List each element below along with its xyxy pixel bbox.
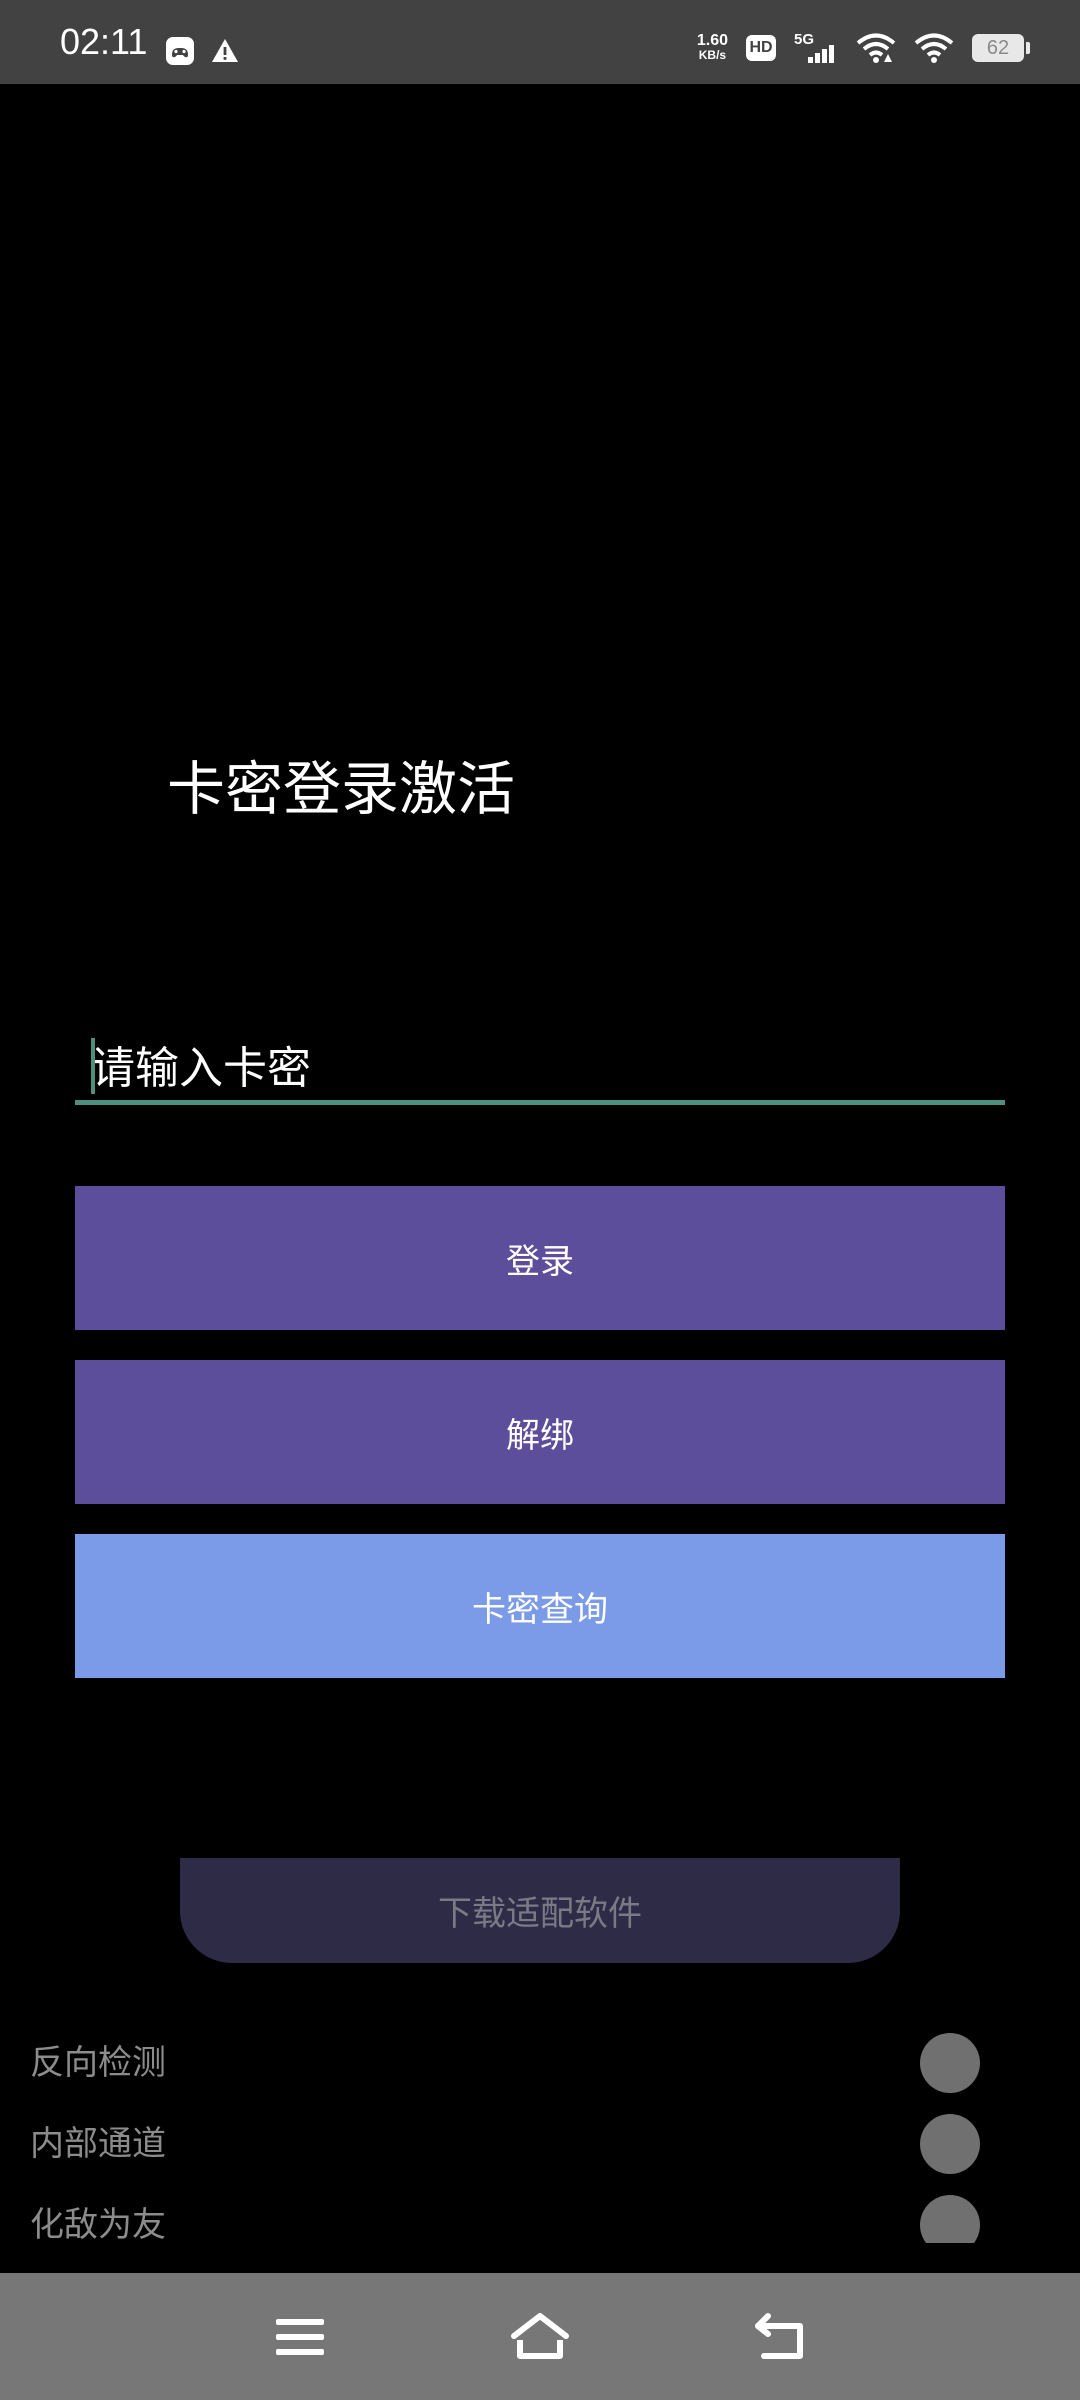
nav-home-button[interactable] bbox=[506, 2303, 574, 2371]
card-query-button[interactable]: 卡密查询 bbox=[75, 1534, 1005, 1678]
setting-label: 内部通道 bbox=[30, 2124, 166, 2164]
download-software-button[interactable]: 下载适配软件 bbox=[180, 1858, 900, 1963]
nav-back-button[interactable] bbox=[746, 2303, 814, 2371]
gamepad-notification-icon bbox=[166, 37, 194, 65]
network-type-label: 5G bbox=[794, 31, 814, 48]
status-bar: 02:11 1.60 KB/s HD 5G 62 bbox=[0, 0, 1080, 84]
setting-row-reverse-detect: 反向检测 bbox=[0, 2029, 1080, 2099]
dialog-title: 卡密登录激活 bbox=[167, 755, 516, 823]
setting-row-internal-channel: 内部通道 bbox=[0, 2110, 1080, 2180]
toggle-switch[interactable] bbox=[920, 2114, 980, 2174]
card-login-dialog: 卡密登录激活 登录 解绑 卡密查询 bbox=[75, 496, 1021, 1858]
home-icon bbox=[511, 2313, 569, 2359]
hd-badge: HD bbox=[746, 35, 776, 61]
back-icon bbox=[755, 2313, 803, 2359]
toggle-switch[interactable] bbox=[920, 2195, 980, 2243]
login-button[interactable]: 登录 bbox=[75, 1186, 1005, 1330]
signal-5g-icon: 5G bbox=[794, 31, 834, 63]
card-input-wrapper bbox=[75, 1036, 1021, 1105]
download-software-label: 下载适配软件 bbox=[438, 1894, 642, 1934]
navigation-bar bbox=[0, 2273, 1080, 2400]
battery-icon: 62 bbox=[972, 34, 1030, 62]
card-key-input[interactable] bbox=[75, 1036, 1021, 1100]
status-icons: 1.60 KB/s HD 5G 62 bbox=[696, 28, 1030, 68]
network-speed: 1.60 KB/s bbox=[696, 32, 728, 63]
text-cursor bbox=[91, 1038, 95, 1094]
setting-label: 化敌为友 bbox=[30, 2205, 166, 2243]
setting-label: 反向检测 bbox=[30, 2043, 166, 2083]
unbind-button[interactable]: 解绑 bbox=[75, 1360, 1005, 1504]
nav-menu-button[interactable] bbox=[266, 2303, 334, 2371]
warning-icon bbox=[212, 39, 238, 62]
setting-row-friendly: 化敌为友 bbox=[0, 2191, 1080, 2243]
wifi-icon bbox=[856, 33, 896, 63]
network-speed-value: 1.60 bbox=[696, 32, 728, 49]
network-speed-unit: KB/s bbox=[698, 48, 727, 62]
menu-icon bbox=[276, 2319, 324, 2355]
wifi-icon-secondary bbox=[914, 33, 954, 63]
status-time: 02:11 bbox=[60, 21, 148, 62]
toggle-switch[interactable] bbox=[920, 2033, 980, 2093]
battery-level: 62 bbox=[986, 36, 1010, 59]
